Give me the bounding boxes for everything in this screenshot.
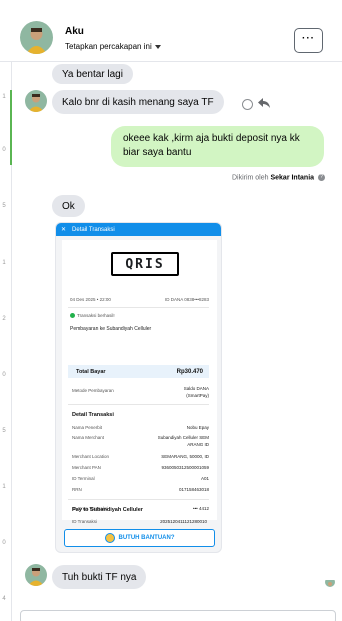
message-text: okeee kak ,kirm aja bukti deposit nya kk…	[123, 133, 300, 158]
pay-to-title: Pay to Subandiyah Celluler	[72, 507, 143, 513]
sender-avatar[interactable]	[25, 564, 47, 586]
conversation-header: Aku Tetapkan percakapan ini ···	[0, 0, 342, 62]
receipt-card: QRIS 04 Des 2025 • 22:00 ID DANA 0838•••…	[62, 240, 217, 520]
detail-value: ARANG ID	[187, 442, 209, 447]
sender-avatar[interactable]	[25, 90, 47, 112]
need-help-label: BUTUH BANTUAN?	[118, 535, 175, 541]
receipt-image-attachment[interactable]: ✕ Detail Transaksi QRIS 04 Des 2025 • 22…	[55, 222, 222, 553]
outgoing-message[interactable]: okeee kak ,kirm aja bukti deposit nya kk…	[111, 126, 324, 167]
incoming-message[interactable]: Ok	[52, 195, 85, 217]
help-icon[interactable]: ?	[318, 174, 325, 181]
trx-label: ID Transaksi	[72, 519, 98, 524]
need-help-button[interactable]: BUTUH BANTUAN?	[64, 529, 215, 547]
sent-by-prefix: Dikirim oleh	[231, 174, 269, 182]
pin-conversation-label: Tetapkan percakapan ini	[65, 42, 152, 51]
receipt-id-dana: ID DANA 0838•••8283	[164, 297, 209, 302]
more-options-icon: ···	[302, 32, 315, 44]
receipt-status: Transaksi berhasil!	[70, 313, 115, 319]
message-text: Ok	[62, 200, 75, 212]
detail-label: Nama Merchant	[72, 435, 105, 440]
check-icon	[70, 313, 75, 319]
detail-value: 9360050312500001059	[161, 465, 209, 470]
message-composer[interactable]	[20, 610, 336, 621]
close-icon: ✕	[61, 227, 67, 233]
incoming-message[interactable]: Kalo bnr di kasih menang saya TF	[52, 90, 224, 114]
incoming-message[interactable]: Ya bentar lagi	[52, 64, 133, 84]
total-label: Total Bayar	[76, 369, 106, 375]
gutter-number: 1	[2, 94, 6, 100]
pin-conversation-dropdown[interactable]: Tetapkan percakapan ini	[65, 42, 161, 51]
details-title: Detail Transaksi	[72, 412, 114, 418]
detail-label: RRN	[72, 487, 82, 492]
sent-by-name[interactable]: Sekar Intania	[270, 174, 314, 181]
gutter-number: 1	[2, 484, 6, 490]
gutter-number: 0	[2, 372, 6, 378]
divider	[68, 499, 209, 500]
seen-receipt-avatar	[325, 577, 335, 587]
detail-value: SEMARANG, 50000, ID	[161, 454, 209, 459]
gutter-number: 2	[2, 316, 6, 322]
caret-down-icon	[154, 44, 161, 49]
sent-by-line: Dikirim oleh Sekar Intania ?	[180, 174, 325, 181]
method-sub: (SmartPay)	[186, 393, 209, 398]
reply-icon[interactable]	[258, 98, 270, 111]
trx-value: 2025120411121280010	[160, 519, 207, 524]
receipt-topbar: ✕ Detail Transaksi	[56, 223, 221, 236]
gutter-number: 5	[2, 203, 6, 209]
message-text: Ya bentar lagi	[62, 68, 123, 80]
method-value: Saldo DANA	[183, 386, 209, 391]
qris-logo: QRIS	[111, 252, 179, 276]
detail-label: Nama Penerbit	[72, 425, 103, 430]
detail-label: ID Terminal	[72, 476, 95, 481]
gutter-accent-bar	[10, 90, 12, 165]
contact-avatar[interactable]	[20, 21, 53, 54]
support-agent-icon	[104, 533, 115, 543]
left-gutter: 1 0 5 1 2 0 5 1 0 4	[0, 60, 12, 621]
message-text: Kalo bnr di kasih menang saya TF	[62, 96, 214, 108]
gutter-number: 4	[2, 596, 6, 602]
detail-label: Merchant PAN	[72, 465, 101, 470]
gutter-number: 1	[2, 260, 6, 266]
contact-name[interactable]: Aku	[65, 26, 84, 37]
react-emoji-icon[interactable]	[242, 99, 253, 110]
method-label: Metode Pembayaran	[72, 388, 114, 393]
divider	[68, 404, 209, 405]
receipt-status-text: Transaksi berhasil!	[77, 313, 115, 318]
incoming-message[interactable]: Tuh bukti TF nya	[52, 565, 147, 589]
detail-value: A01	[200, 476, 209, 481]
receipt-payment-to: Pembayaran ke Subandiyah Celluler	[70, 326, 152, 332]
detail-value: Nobu Epay	[186, 425, 209, 430]
gutter-number: 5	[2, 428, 6, 434]
receipt-title: Detail Transaksi	[72, 226, 115, 233]
total-value: Rp30.470	[176, 369, 203, 375]
detail-value: Subandiyah Celluler SEM	[157, 435, 209, 440]
receipt-date: 04 Des 2025 • 22:00	[70, 297, 111, 302]
detail-label: Merchant Location	[72, 454, 110, 459]
message-text: Tuh bukti TF nya	[62, 571, 137, 583]
chat-window: 1 0 5 1 2 0 5 1 0 4 Aku Tetapkan percaka…	[0, 0, 342, 621]
detail-value: 017158463018	[178, 487, 209, 492]
gutter-number: 0	[2, 540, 6, 546]
gutter-number: 0	[2, 147, 6, 153]
more-options-button[interactable]: ···	[294, 28, 323, 53]
divider	[68, 307, 209, 308]
group-value: ••• 4412	[193, 506, 209, 511]
